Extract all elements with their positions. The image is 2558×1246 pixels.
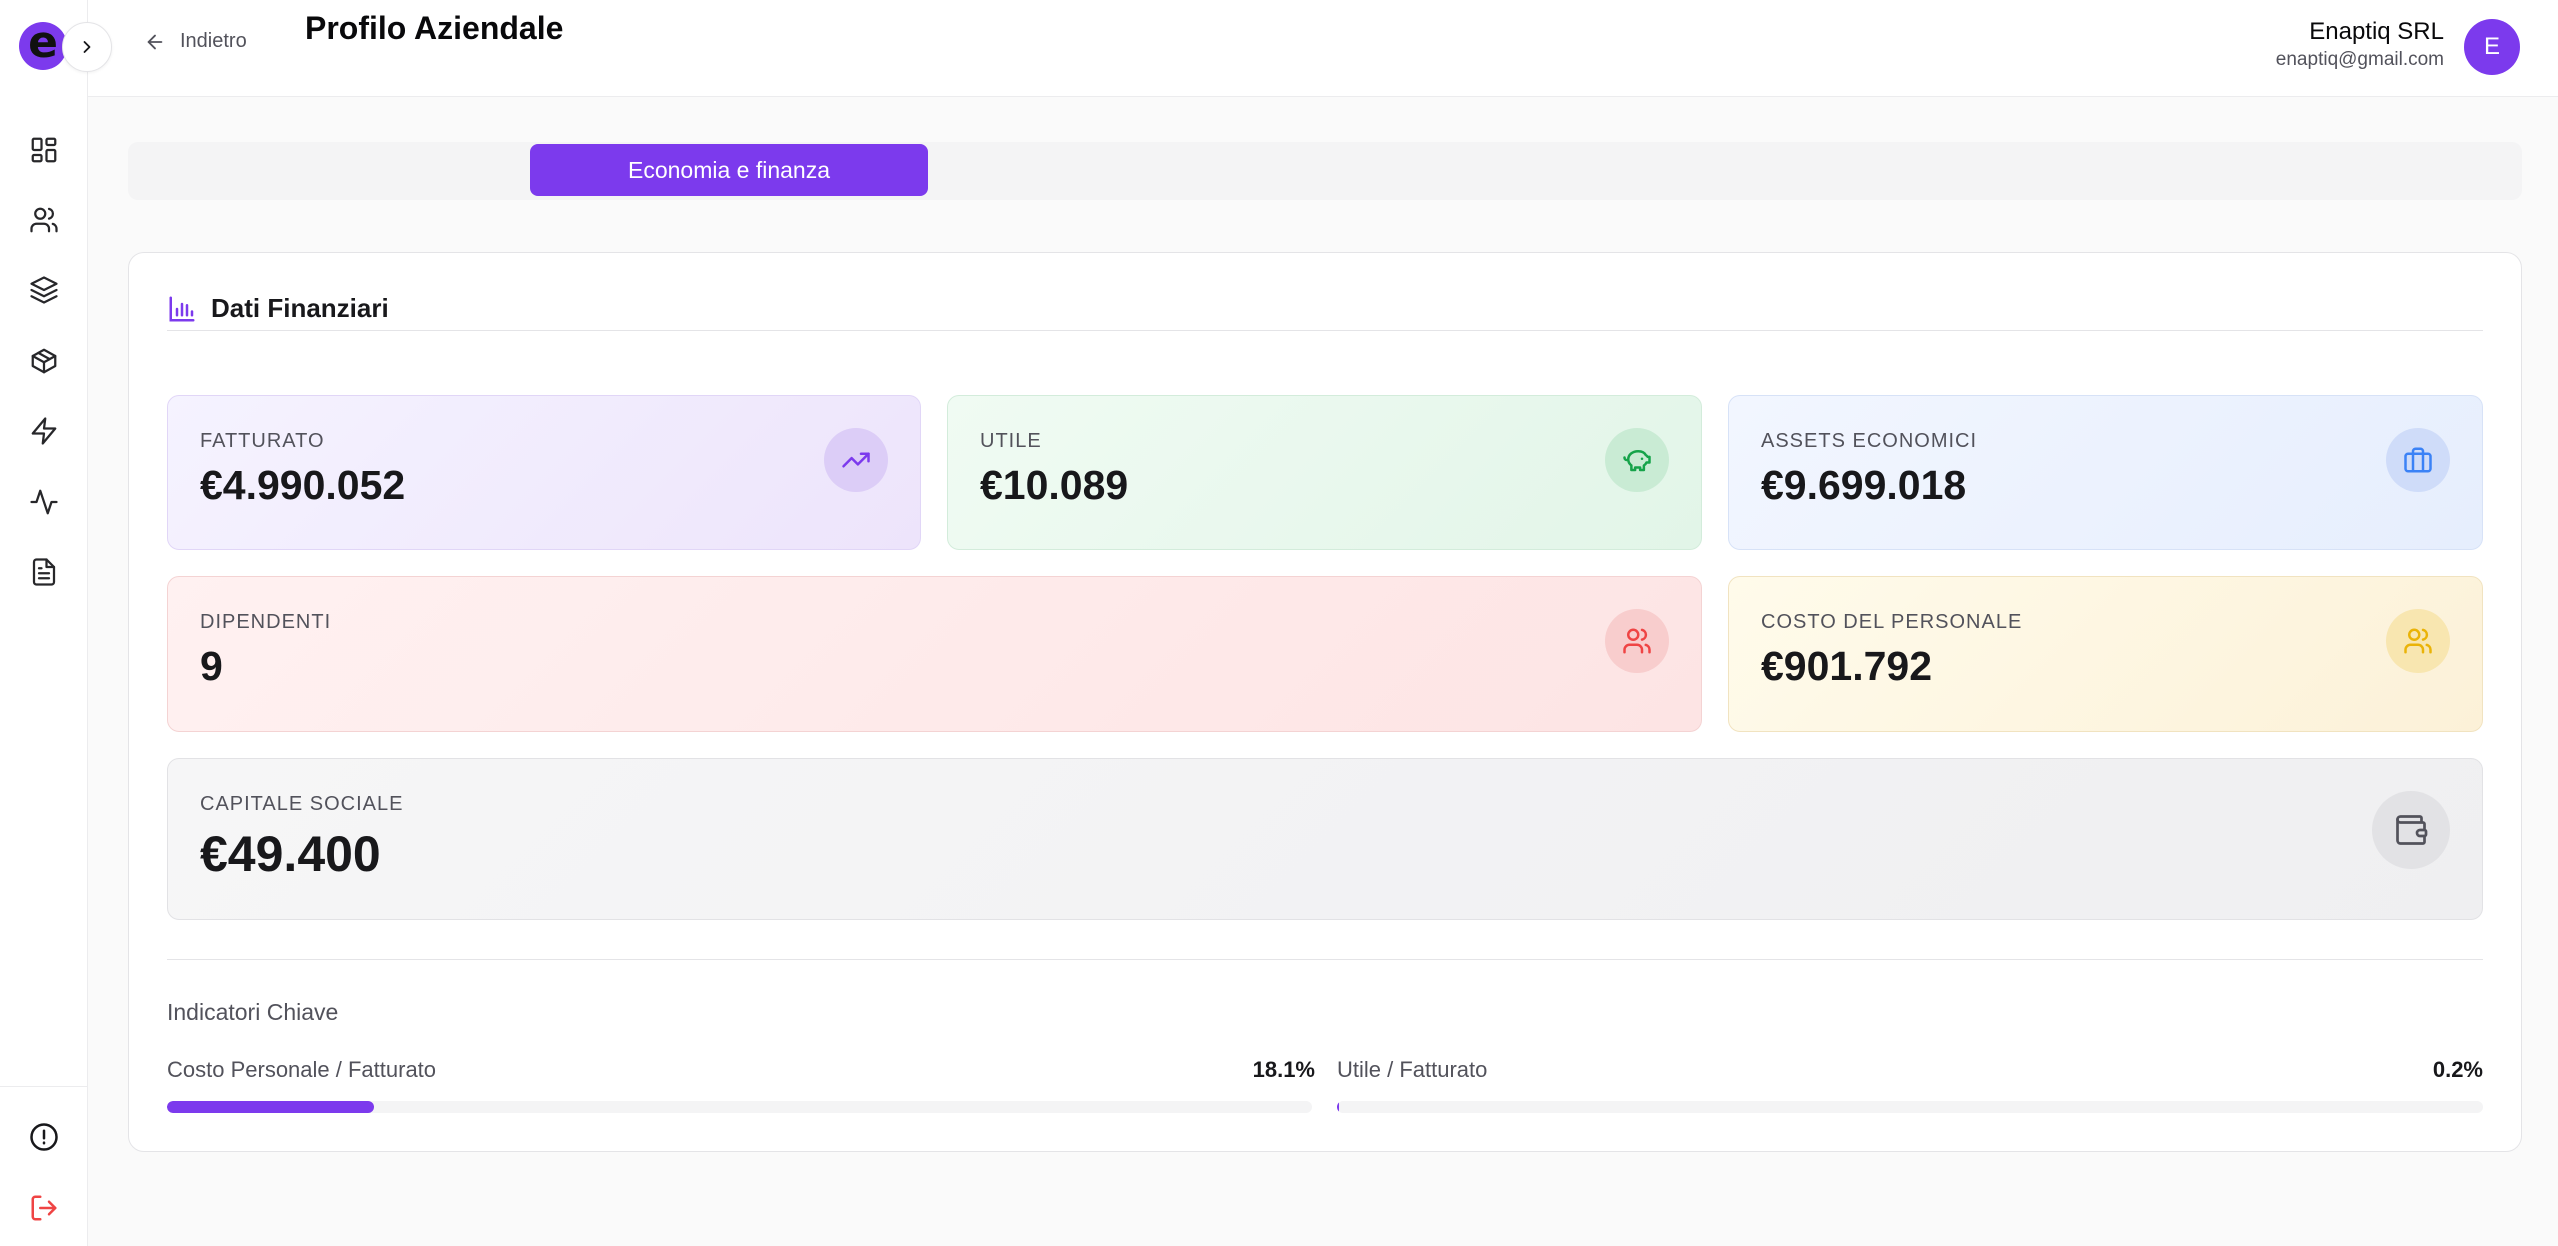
indicator-value: 0.2%	[2432, 1057, 2483, 1082]
nav-users[interactable]	[24, 200, 64, 240]
back-label: Indietro	[180, 30, 247, 52]
sidebar-divider	[0, 1086, 88, 1087]
stat-label: Fatturato	[200, 430, 325, 452]
chevron-right-icon	[83, 41, 91, 53]
indicator-progress-bar	[167, 1101, 1312, 1113]
divider	[167, 959, 2483, 960]
logout-icon	[31, 1195, 57, 1221]
activity-icon	[30, 489, 58, 515]
stat-label: Costo del Personale	[1761, 611, 2023, 633]
briefcase-icon	[2404, 447, 2432, 473]
stat-icon-badge	[2372, 791, 2450, 869]
back-button[interactable]: Indietro	[144, 30, 247, 53]
nav-activity[interactable]	[24, 482, 64, 522]
section-header: Dati Finanziari	[167, 293, 389, 324]
logout-button[interactable]	[24, 1188, 64, 1228]
stat-icon-badge	[1605, 609, 1669, 673]
users-icon	[30, 207, 58, 233]
stat-value: €4.990.052	[200, 462, 406, 508]
sidebar: e	[0, 0, 112, 1246]
section-title: Dati Finanziari	[211, 293, 389, 323]
nav-dashboard[interactable]	[24, 130, 64, 170]
lightning-icon	[31, 417, 57, 445]
stat-card-assets: Assets Economici €9.699.018	[1728, 395, 2483, 550]
company-name: Enaptiq SRL	[2309, 18, 2444, 45]
nav-packages[interactable]	[24, 341, 64, 381]
stat-value: €10.089	[980, 462, 1129, 508]
tab-economia-finanza[interactable]: Economia e finanza	[530, 144, 928, 196]
piggy-bank-icon	[1623, 450, 1651, 472]
bar-chart-icon	[169, 296, 195, 321]
progress-fill	[1337, 1101, 1340, 1113]
indicator-label: Utile / Fatturato	[1337, 1057, 1488, 1082]
dashboard-icon	[31, 137, 57, 163]
sidebar-expand-button[interactable]	[62, 22, 112, 72]
stat-card-fatturato: Fatturato €4.990.052	[167, 395, 921, 550]
stat-label: Capitale Sociale	[200, 793, 404, 815]
stat-card-costo-personale: Costo del Personale €901.792	[1728, 576, 2483, 732]
stat-label: Dipendenti	[200, 611, 332, 633]
logo-letter: e	[28, 17, 58, 68]
nav-documents[interactable]	[24, 552, 64, 592]
users-icon	[1623, 628, 1651, 654]
stat-value: €9.699.018	[1761, 462, 1967, 508]
indicators-title: Indicatori Chiave	[167, 999, 339, 1025]
app-logo[interactable]: e	[19, 17, 67, 70]
stat-card-utile: Utile €10.089	[947, 395, 1702, 550]
indicator-progress-bar	[1337, 1101, 2483, 1113]
document-icon	[32, 558, 56, 586]
stat-value: €49.400	[200, 826, 381, 882]
top-header: Indietro Profilo Aziendale Enaptiq SRL e…	[88, 0, 2558, 97]
alert-circle-icon	[30, 1123, 58, 1151]
stat-label: Utile	[980, 430, 1042, 452]
trending-up-icon	[842, 452, 870, 468]
page-title: Profilo Aziendale	[305, 10, 564, 46]
tab-bar: Economia e finanza	[128, 142, 2522, 200]
stat-value: 9	[200, 643, 223, 689]
stat-card-dipendenti: Dipendenti 9	[167, 576, 1702, 732]
divider	[167, 330, 2483, 331]
company-email: enaptiq@gmail.com	[2275, 49, 2444, 70]
indicator-value: 18.1%	[1252, 1057, 1315, 1082]
stat-icon-badge	[824, 428, 888, 492]
stat-value: €901.792	[1761, 643, 1933, 689]
progress-fill	[167, 1101, 375, 1113]
stat-label: Assets Economici	[1761, 430, 1978, 452]
stat-icon-badge	[2386, 428, 2450, 492]
stat-card-capitale-sociale: Capitale Sociale €49.400	[167, 758, 2483, 920]
stat-icon-badge	[1605, 428, 1669, 492]
nav-info[interactable]	[24, 1117, 64, 1157]
indicator-label: Costo Personale / Fatturato	[167, 1057, 437, 1082]
nav-automations[interactable]	[24, 411, 64, 451]
package-icon	[31, 348, 57, 374]
user-info[interactable]: Enaptiq SRL enaptiq@gmail.com	[2276, 18, 2444, 71]
wallet-icon	[2396, 815, 2428, 845]
financial-data-card: Dati Finanziari Fatturato €4.990.052 Uti…	[128, 252, 2522, 1152]
nav-layers[interactable]	[24, 270, 64, 310]
arrow-left-icon	[147, 34, 163, 49]
layers-icon	[30, 276, 58, 304]
users-icon	[2404, 628, 2432, 654]
stat-icon-badge	[2386, 609, 2450, 673]
avatar[interactable]: E	[2464, 19, 2520, 75]
